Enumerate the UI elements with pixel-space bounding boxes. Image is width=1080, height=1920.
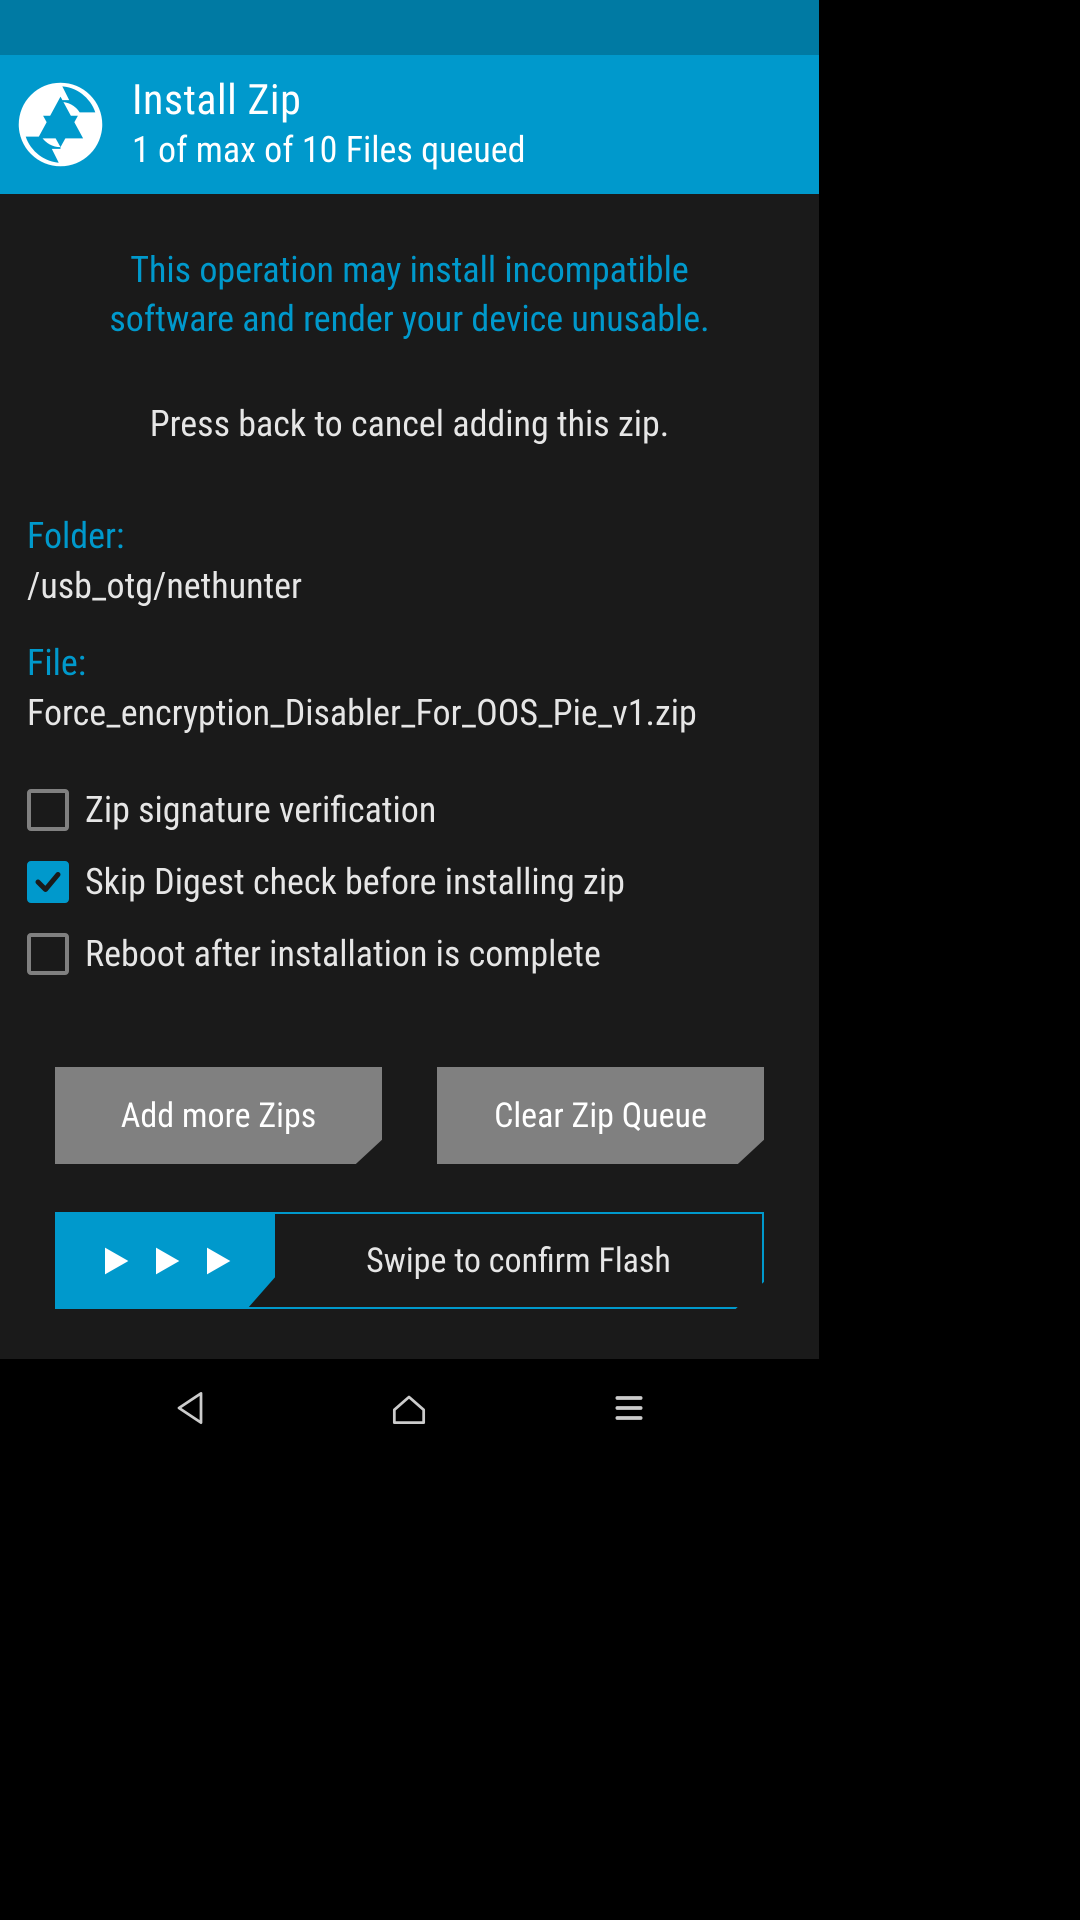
- instruction-text: Press back to cancel adding this zip.: [27, 403, 792, 445]
- swipe-label: Swipe to confirm Flash: [275, 1241, 762, 1281]
- folder-label: Folder:: [27, 515, 792, 557]
- header: Install Zip 1 of max of 10 Files queued: [0, 55, 819, 194]
- play-icon: [146, 1237, 186, 1285]
- add-more-zips-button[interactable]: Add more Zips: [55, 1067, 382, 1164]
- clear-zip-queue-button[interactable]: Clear Zip Queue: [437, 1067, 764, 1164]
- nav-bar: [0, 1359, 819, 1456]
- home-icon: [387, 1386, 431, 1430]
- page-title: Install Zip: [132, 78, 526, 124]
- home-button[interactable]: [349, 1378, 469, 1438]
- checkbox-icon: [27, 789, 69, 831]
- queue-status: 1 of max of 10 Files queued: [132, 129, 526, 171]
- reboot-after-option[interactable]: Reboot after installation is complete: [27, 933, 792, 975]
- play-icon: [197, 1237, 237, 1285]
- menu-icon: [609, 1388, 649, 1428]
- file-label: File:: [27, 642, 792, 684]
- checkbox-icon: [27, 933, 69, 975]
- option-label: Skip Digest check before installing zip: [85, 861, 625, 903]
- back-button[interactable]: [130, 1378, 250, 1438]
- folder-field: Folder: /usb_otg/nethunter: [27, 515, 792, 607]
- skip-digest-option[interactable]: Skip Digest check before installing zip: [27, 861, 792, 903]
- swipe-to-confirm[interactable]: Swipe to confirm Flash: [55, 1212, 764, 1309]
- file-value: Force_encryption_Disabler_For_OOS_Pie_v1…: [27, 692, 792, 734]
- warning-text: This operation may install incompatible …: [27, 246, 792, 343]
- warning-line-2: software and render your device unusable…: [109, 298, 709, 340]
- warning-line-1: This operation may install incompatible: [130, 249, 688, 291]
- swipe-handle[interactable]: [57, 1214, 275, 1307]
- back-icon: [168, 1386, 212, 1430]
- recents-button[interactable]: [569, 1378, 689, 1438]
- option-label: Reboot after installation is complete: [85, 933, 601, 975]
- folder-value: /usb_otg/nethunter: [27, 565, 792, 607]
- status-bar: [0, 0, 819, 55]
- checkbox-checked-icon: [27, 861, 69, 903]
- twrp-logo-icon: [17, 81, 104, 168]
- option-label: Zip signature verification: [85, 789, 436, 831]
- play-icon: [95, 1237, 135, 1285]
- file-field: File: Force_encryption_Disabler_For_OOS_…: [27, 642, 792, 734]
- zip-signature-option[interactable]: Zip signature verification: [27, 789, 792, 831]
